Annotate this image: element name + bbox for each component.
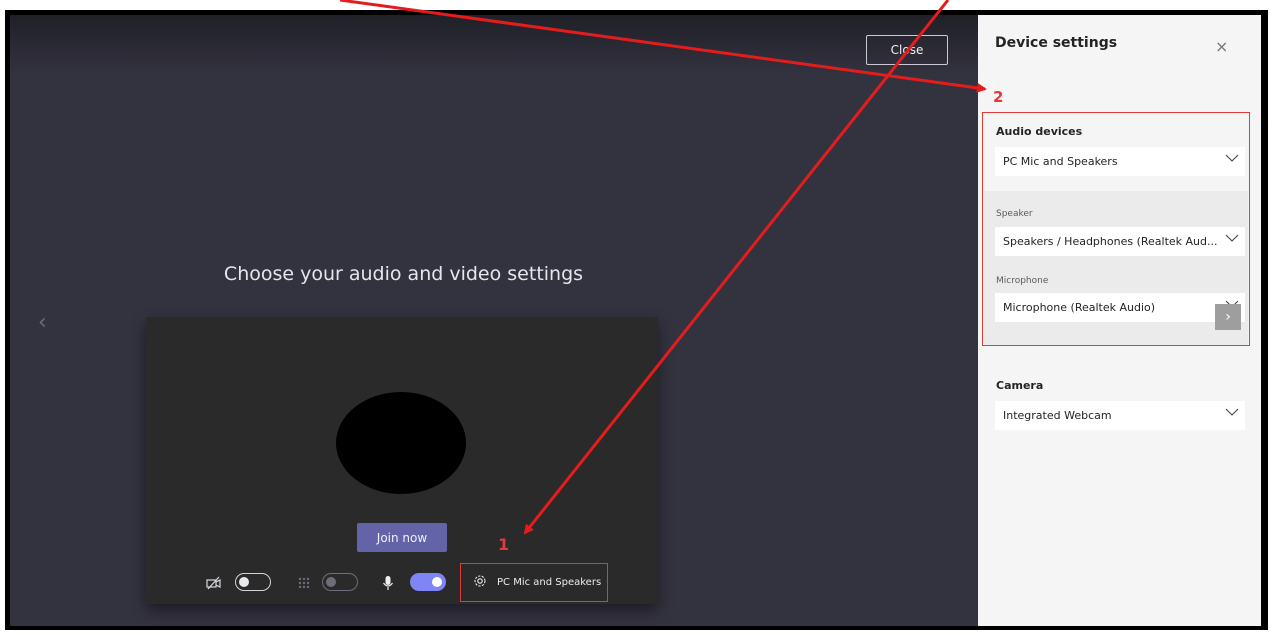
arrow-to-settings-button: [523, 0, 950, 535]
annotation-arrows: [339, 0, 987, 535]
